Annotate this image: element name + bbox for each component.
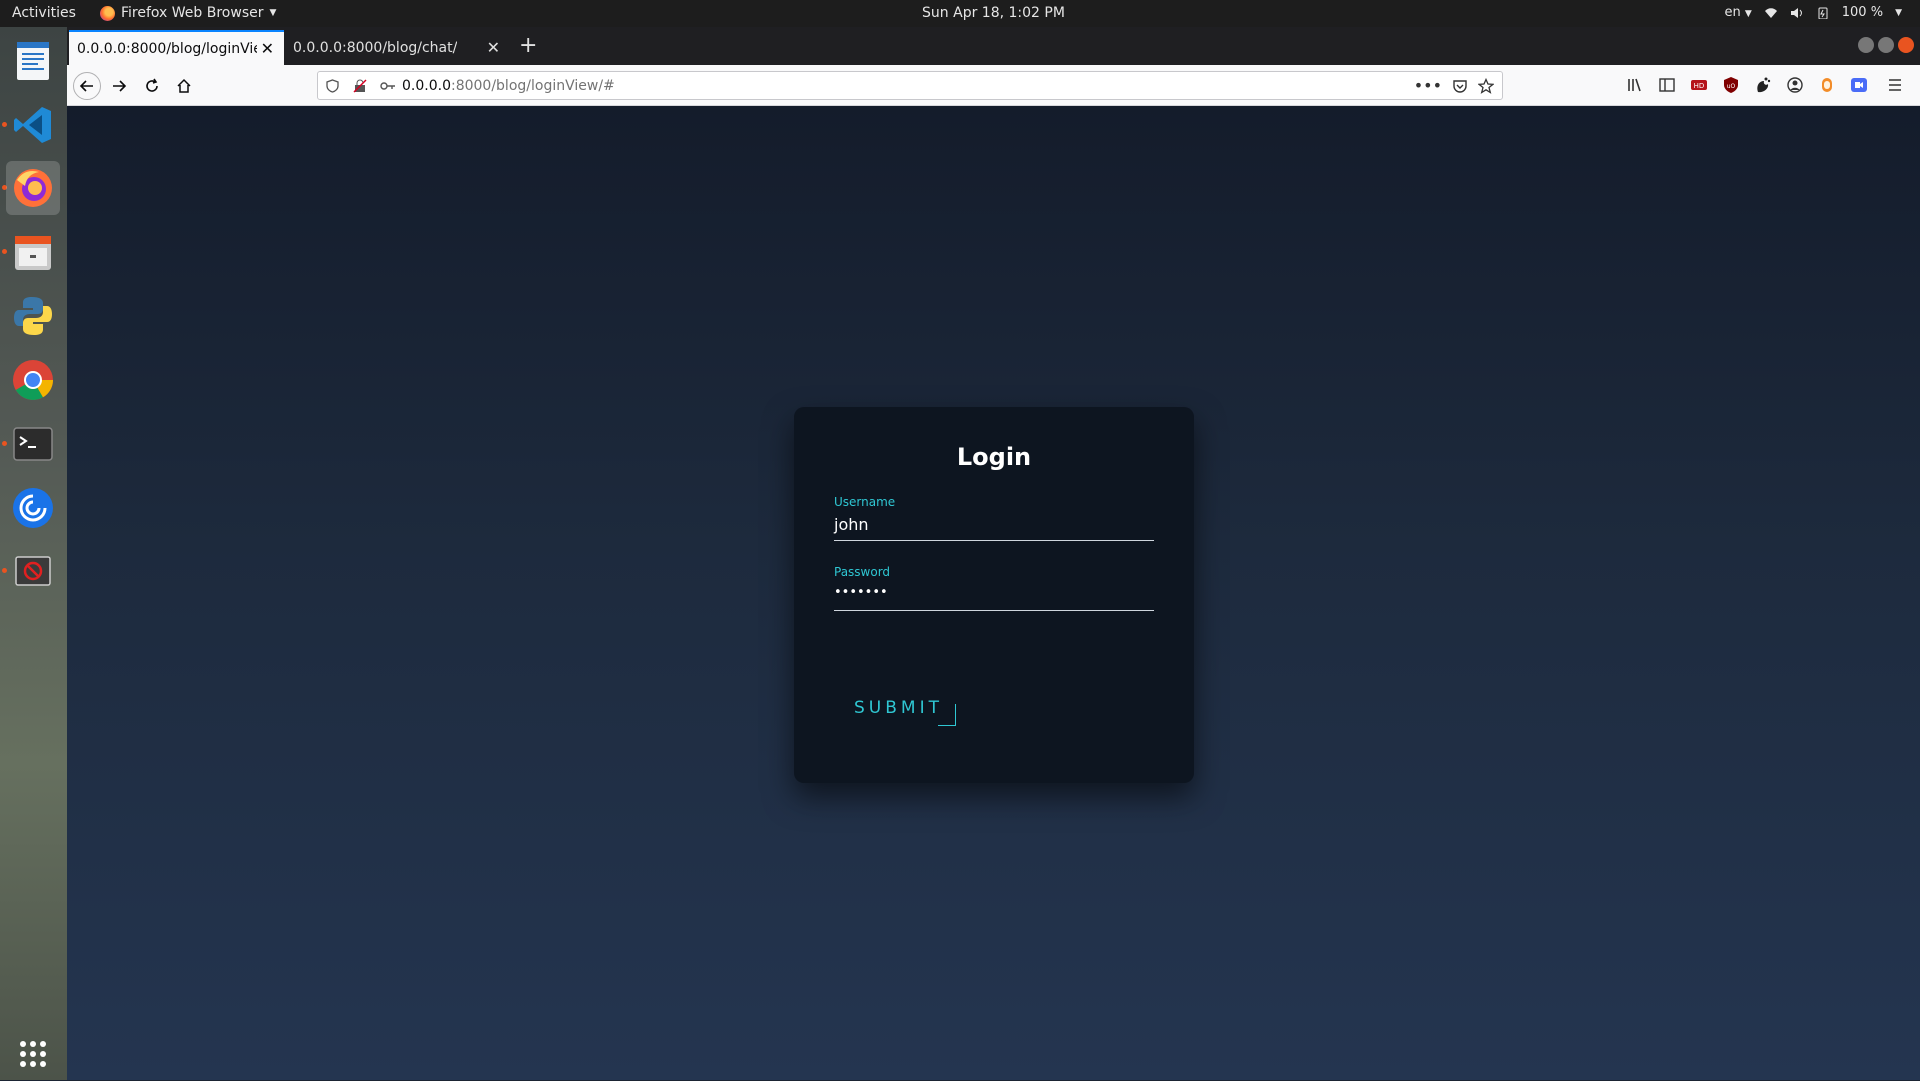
new-tab-button[interactable]: + — [519, 33, 537, 58]
hd-extension-icon[interactable]: HD — [1690, 76, 1708, 94]
gnome-extension-icon[interactable] — [1754, 76, 1772, 94]
sidebar-icon[interactable] — [1658, 76, 1676, 94]
dock — [0, 27, 67, 1080]
chevron-down-icon: ▼ — [1895, 7, 1902, 18]
clock[interactable]: Sun Apr 18, 1:02 PM — [0, 5, 1920, 21]
dock-blocked-app[interactable] — [6, 544, 60, 598]
tab-title: 0.0.0.0:8000/blog/loginView/# — [77, 40, 257, 57]
close-icon[interactable]: ✕ — [261, 39, 274, 58]
dock-files[interactable] — [6, 225, 60, 279]
arrow-left-icon — [79, 80, 93, 92]
password-label: Password — [834, 565, 891, 579]
python-icon — [14, 297, 52, 335]
arrow-right-icon — [113, 80, 127, 92]
login-title: Login — [956, 443, 1032, 471]
maximize-button[interactable] — [1878, 37, 1894, 53]
chrome-icon — [13, 360, 53, 400]
tab-strip: 0.0.0.0:8000/blog/loginView/# ✕ 0.0.0.0:… — [67, 27, 1920, 65]
reload-icon — [146, 78, 158, 92]
back-button[interactable] — [73, 72, 101, 100]
dock-firefox[interactable] — [6, 161, 60, 215]
toolbar-extensions: HD uO — [1626, 76, 1868, 94]
system-tray[interactable]: en ▼ 100 % ▼ — [1724, 5, 1902, 20]
url-host: 0.0.0.0 — [402, 77, 451, 94]
login-card: Login Username john Password ••••••• SUB… — [794, 407, 1194, 783]
tab-title: 0.0.0.0:8000/blog/chat/ — [293, 39, 458, 56]
page-viewport: Login Username john Password ••••••• SUB… — [67, 106, 1920, 1080]
ublock-icon[interactable]: uO — [1722, 76, 1740, 94]
system-top-bar: Activities Firefox Web Browser ▼ Sun Apr… — [0, 0, 1920, 27]
reload-button[interactable] — [138, 72, 166, 100]
dock-vscode[interactable] — [6, 98, 60, 152]
svg-text:HD: HD — [1694, 82, 1705, 90]
hamburger-menu-icon[interactable] — [1886, 76, 1904, 94]
battery-icon — [1818, 7, 1828, 19]
home-button[interactable] — [170, 72, 198, 100]
tab-chat[interactable]: 0.0.0.0:8000/blog/chat/ ✕ — [285, 30, 510, 65]
url-path: :8000/blog/loginView/# — [450, 77, 615, 94]
dock-chrome[interactable] — [6, 353, 60, 407]
submit-label: SUBMIT — [854, 698, 943, 718]
vscode-icon — [14, 107, 51, 143]
app-grid-icon — [20, 1041, 46, 1067]
shield-icon[interactable] — [324, 78, 340, 94]
file-cabinet-icon — [15, 236, 51, 270]
firefox-window: 0.0.0.0:8000/blog/loginView/# ✕ 0.0.0.0:… — [67, 27, 1920, 1080]
submit-button[interactable]: SUBMIT — [854, 690, 968, 726]
password-input[interactable]: ••••••• — [834, 583, 1154, 611]
dock-python[interactable] — [6, 289, 60, 343]
page-actions-icon[interactable]: ••• — [1414, 76, 1442, 95]
url-text: 0.0.0.0:8000/blog/loginView/# — [402, 78, 615, 94]
tab-login-view[interactable]: 0.0.0.0:8000/blog/loginView/# ✕ — [69, 30, 284, 65]
battery-percent: 100 % — [1841, 5, 1884, 20]
password-field: Password ••••••• — [834, 565, 1154, 611]
document-writer-icon — [17, 42, 49, 80]
navigation-toolbar: 0.0.0.0:8000/blog/loginView/# ••• HD uO — [67, 65, 1920, 106]
dock-app-circle[interactable] — [6, 481, 60, 535]
close-window-button[interactable] — [1898, 37, 1914, 53]
blocked-icon — [15, 556, 51, 586]
button-corner-decoration — [938, 704, 956, 726]
firefox-icon — [14, 169, 52, 207]
account-icon[interactable] — [1786, 76, 1804, 94]
home-icon — [177, 78, 191, 93]
svg-text:uO: uO — [1727, 83, 1736, 90]
chevron-down-icon: ▼ — [1744, 9, 1752, 19]
username-input[interactable]: john — [834, 513, 1154, 541]
language-label: en — [1724, 5, 1741, 20]
dock-terminal[interactable] — [6, 417, 60, 471]
window-controls — [1858, 37, 1914, 53]
minimize-button[interactable] — [1858, 37, 1874, 53]
video-extension-icon[interactable] — [1850, 76, 1868, 94]
wifi-icon — [1764, 7, 1777, 18]
terminal-icon — [13, 427, 53, 461]
spiral-app-icon — [13, 488, 53, 528]
close-icon[interactable]: ✕ — [487, 38, 500, 57]
fox-extension-icon[interactable] — [1818, 76, 1836, 94]
show-applications-button[interactable] — [6, 1027, 60, 1081]
username-label: Username — [834, 495, 896, 509]
dock-libreoffice-writer[interactable] — [6, 34, 60, 88]
language-indicator[interactable]: en ▼ — [1724, 5, 1751, 20]
insecure-connection-icon[interactable] — [352, 78, 368, 94]
library-icon[interactable] — [1626, 76, 1644, 94]
url-actions: ••• — [1414, 76, 1502, 95]
url-bar[interactable]: 0.0.0.0:8000/blog/loginView/# ••• — [317, 71, 1503, 100]
pocket-icon[interactable] — [1452, 78, 1468, 94]
forward-button[interactable] — [105, 72, 133, 100]
bookmark-star-icon[interactable] — [1478, 77, 1494, 94]
volume-icon — [1790, 7, 1802, 18]
key-icon[interactable] — [380, 78, 396, 94]
username-field: Username john — [834, 495, 1154, 541]
